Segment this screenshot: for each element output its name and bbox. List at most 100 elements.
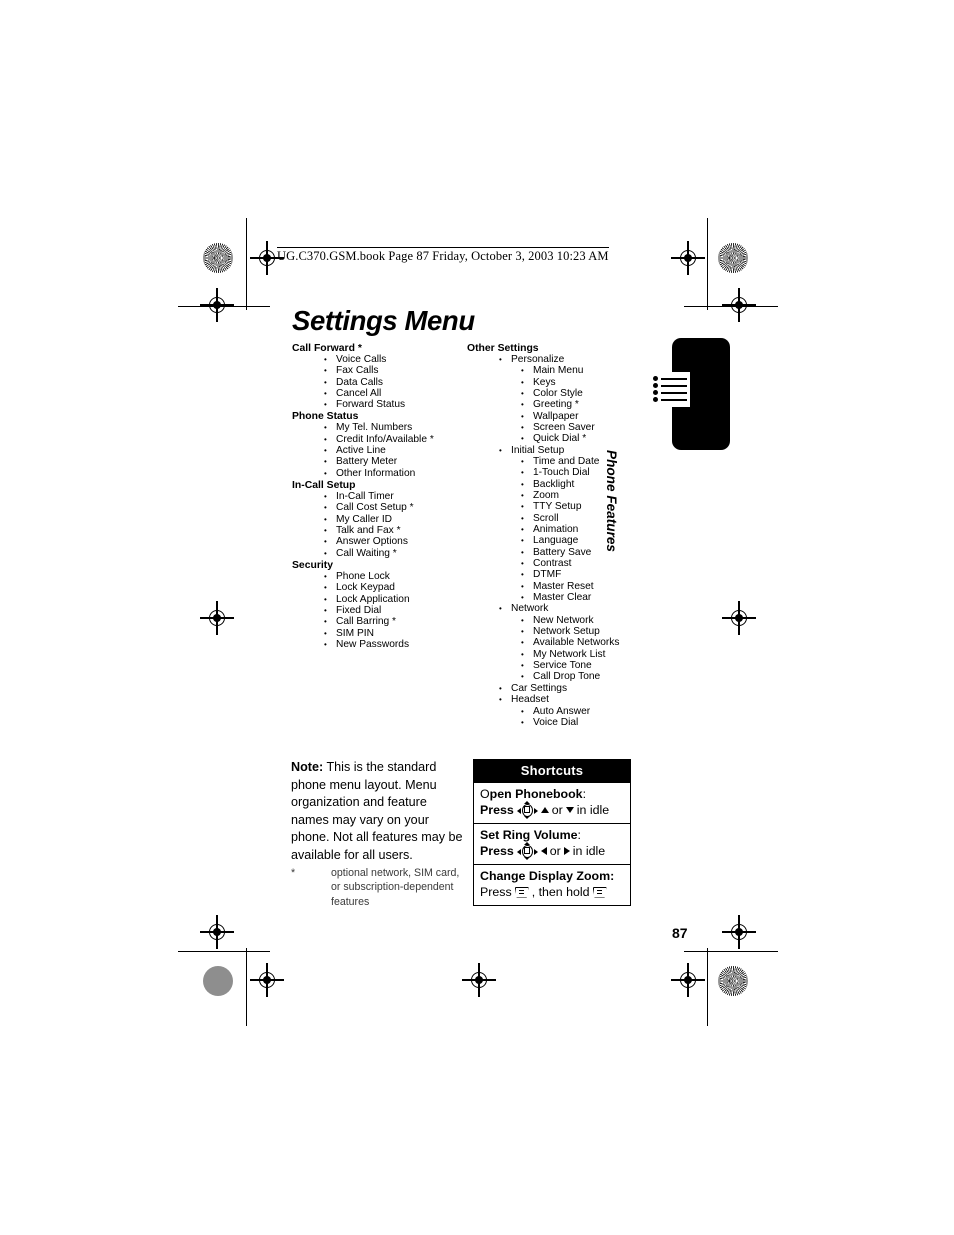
menu-heading: Phone Status [292,411,359,423]
menu-item: • Screen Saver [467,422,657,433]
registration-mark-upper-right [722,288,756,322]
bullet-icon: • [521,468,524,478]
menu-item: • Initial Setup [467,445,657,456]
bullet-icon: • [521,570,524,580]
press-label: Press [480,844,514,858]
bullet-icon: • [324,571,327,581]
registration-mark-top-right [671,241,705,275]
note-block: Note: This is the standard phone menu la… [291,759,467,865]
menu-heading: Call Forward * [292,342,362,354]
side-tab-label: Phone Features [604,450,619,552]
menu-item-label: Forward Status [336,399,406,411]
menu-column-right: Other Settings • Personalize • Main Menu • Key… [467,342,657,728]
bullet-icon: • [521,581,524,591]
menu-item: • SIM PIN [292,628,472,639]
trim-line-bottom-left [178,951,270,953]
shortcut-heading-suffix: : [582,787,587,801]
bulleted-list-icon [652,375,690,405]
menu-item: • Available Networks [467,637,657,648]
menu-item-label: My Caller ID [336,513,393,525]
bullet-icon: • [521,706,524,716]
shortcut-row-open-phonebook: Open Phonebook: Press or in idle [474,782,630,823]
menu-item-label: Other Information [336,467,416,479]
note-label: Note: [291,760,324,774]
bullet-icon: • [324,434,327,444]
menu-item-label: Network [511,603,549,615]
menu-item-label: Lock Application [336,593,410,605]
menu-item: • Scroll [467,513,657,524]
menu-item-label: Master Reset [533,580,594,592]
up-arrow-icon [540,807,549,813]
registration-mark-lower-right [722,915,756,949]
menu-item-label: Contrast [533,558,572,570]
menu-item-label: Auto Answer [533,705,591,717]
bullet-icon: • [521,388,524,398]
footnote-text: optional network, SIM card, or subscript… [331,867,460,908]
bullet-icon: • [324,388,327,398]
bullet-icon: • [324,366,327,376]
menu-item: • Talk and Fax * [292,525,472,536]
shortcut-heading-bold: Set Ring Volume [480,828,578,842]
bullet-icon: • [521,536,524,546]
bullet-icon: • [499,683,502,693]
menu-item-label: Greeting * [533,399,579,411]
menu-item: • Data Calls [292,377,472,388]
menu-item: • TTY Setup [467,501,657,512]
running-header-text: UG.C370.GSM.book Page 87 Friday, October… [277,247,609,263]
menu-item: • Zoom [467,490,657,501]
bullet-icon: • [521,434,524,444]
shortcut-heading-suffix: : [577,828,581,842]
bullet-icon: • [521,456,524,466]
bullet-icon: • [521,490,524,500]
shortcut-heading: Set Ring Volume: [480,828,625,843]
menu-item-label: Active Line [336,445,386,457]
menu-item: • Personalize [467,354,657,365]
bullet-icon: • [521,615,524,625]
menu-item: • Other Information [292,468,472,479]
menu-item-label: Fax Calls [336,365,379,377]
menu-item: • 1-Touch Dial [467,467,657,478]
bullet-icon: • [324,583,327,593]
bullet-icon: • [521,649,524,659]
down-arrow-icon [565,807,574,813]
bullet-icon: • [324,514,327,524]
menu-item-label: Initial Setup [511,444,565,456]
menu-item: • Keys [467,377,657,388]
bullet-icon: • [499,445,502,455]
menu-item: • Network [467,603,657,614]
shortcut-heading: Open Phonebook: [480,787,625,802]
menu-item-label: My Network List [533,648,606,660]
bullet-icon: • [324,594,327,604]
shortcut-tail: in idle [572,844,606,858]
menu-item-label: New Passwords [336,638,410,650]
registration-mark-bottom-right [671,963,705,997]
menu-item: • Master Clear [467,592,657,603]
menu-item-label: Available Networks [533,637,620,649]
registration-mark-lower-left [200,915,234,949]
bullet-icon: • [324,639,327,649]
menu-item-label: New Network [533,614,594,626]
press-label: Press [480,885,512,899]
menu-item: • Quick Dial * [467,433,657,444]
menu-item: • Voice Dial [467,717,657,728]
menu-item-label: Voice Calls [336,353,387,365]
menu-item-label: Headset [511,694,549,706]
bullet-icon: • [521,400,524,410]
menu-item-label: Service Tone [533,660,592,672]
menu-item-label: Lock Keypad [336,582,395,594]
menu-item: • My Caller ID [292,514,472,525]
shortcut-tail: in idle [576,803,610,817]
bullet-icon: • [324,503,327,513]
menu-heading: Security [292,559,334,571]
registration-mark-mid-left [200,601,234,635]
navigation-key-icon [516,801,538,819]
bullet-icon: • [521,411,524,421]
menu-item: • Call Waiting * [292,548,472,559]
shortcut-heading: Change Display Zoom: [480,869,625,884]
soft-key-icon [592,886,607,898]
menu-item: • Forward Status [292,399,472,410]
menu-item-label: Animation [533,524,579,535]
registration-mark-upper-left [200,288,234,322]
menu-item: • Battery Save [467,547,657,558]
bullet-icon: • [521,559,524,569]
